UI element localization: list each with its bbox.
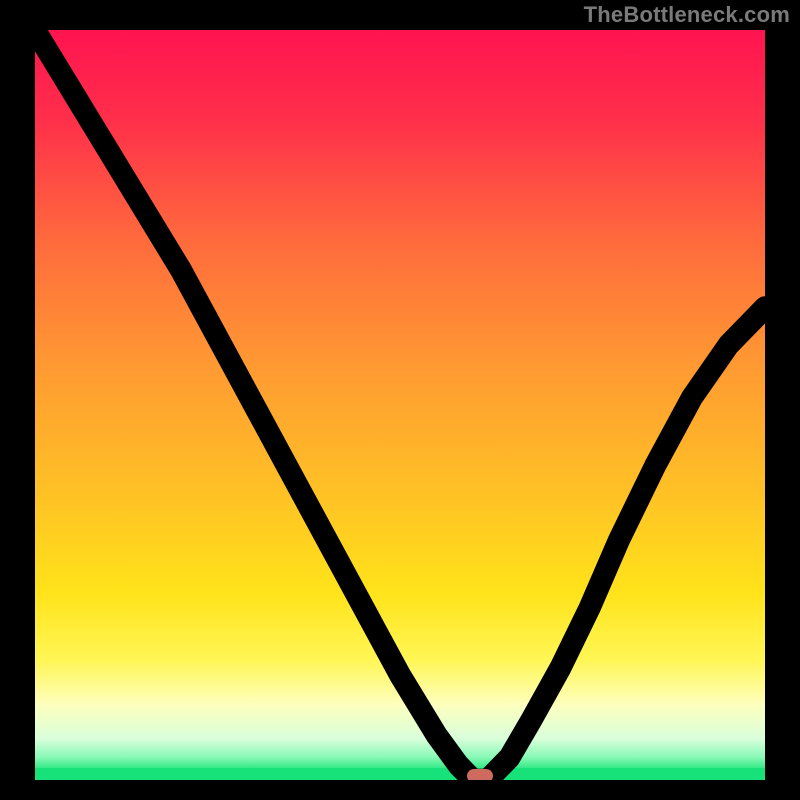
chart-frame: TheBottleneck.com	[0, 0, 800, 800]
bottleneck-curve	[35, 30, 765, 780]
plot-area	[35, 30, 765, 780]
optimal-point-marker	[467, 769, 493, 780]
watermark-text: TheBottleneck.com	[584, 2, 790, 28]
